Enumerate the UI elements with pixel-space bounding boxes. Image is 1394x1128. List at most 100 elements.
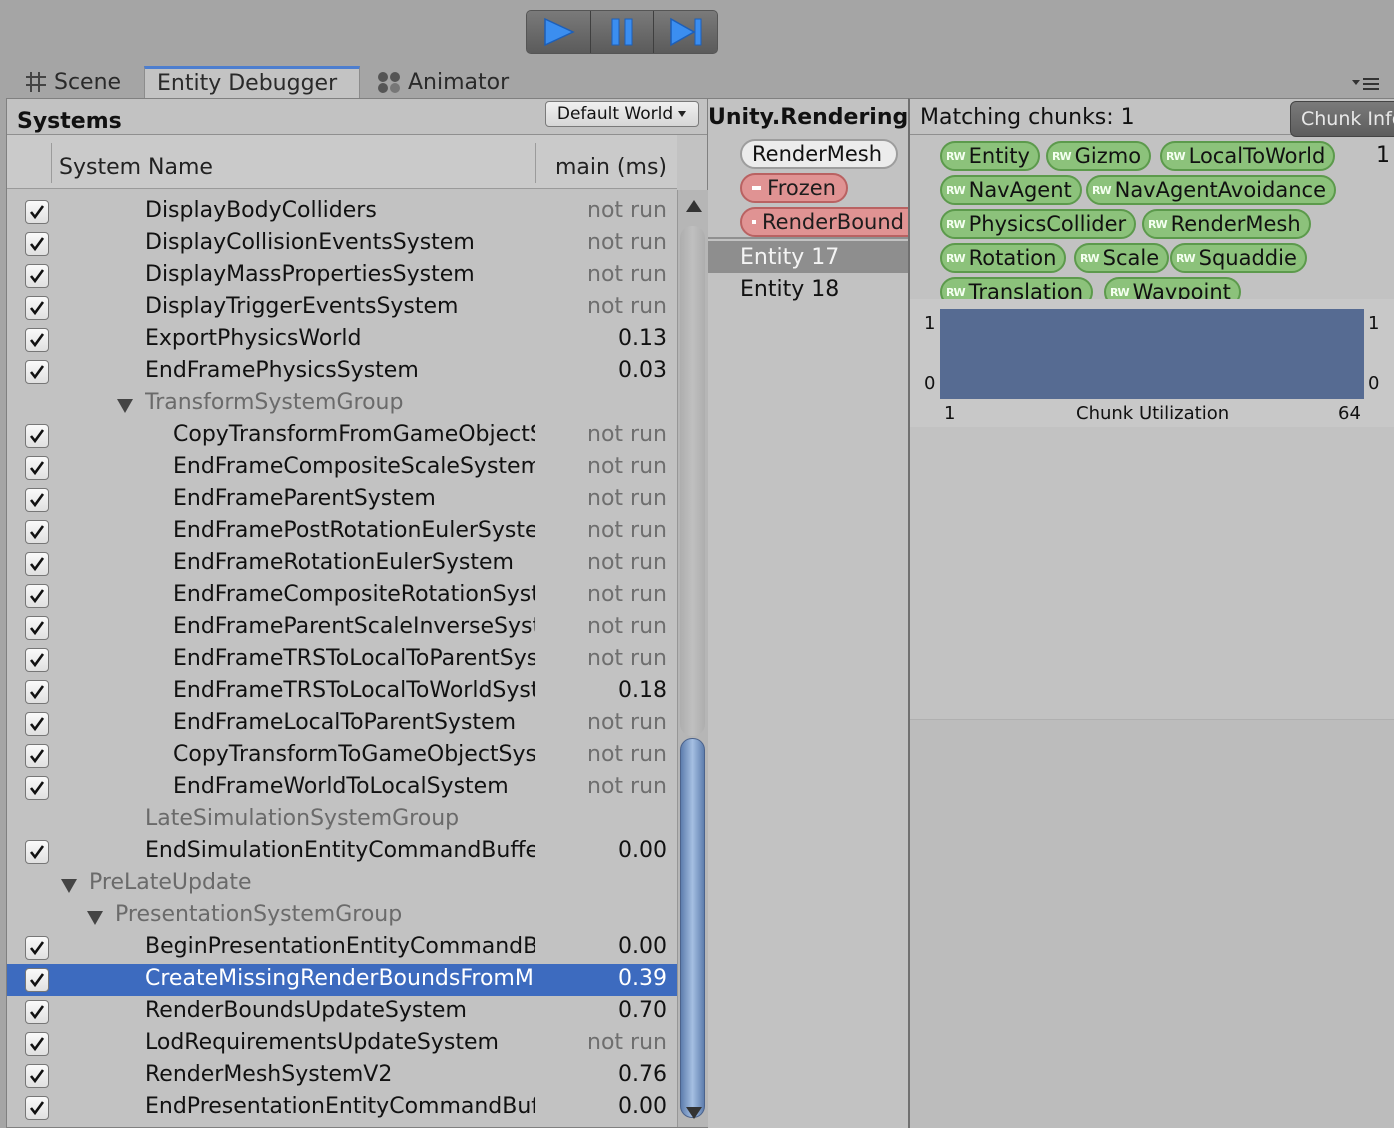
system-row[interactable]: EndSimulationEntityCommandBuffer 0.00 [7,836,677,868]
system-row[interactable]: EndFrameLocalToParentSystem not run [7,708,677,740]
system-enabled-checkbox[interactable] [25,584,49,608]
system-row[interactable]: DisplayBodyColliders not run [7,196,677,228]
component-tag[interactable]: RW Entity [940,141,1040,171]
column-main-ms[interactable]: main (ms) [555,155,667,180]
component-tag[interactable]: RW RenderMesh [1142,209,1311,239]
checkmark-icon [29,845,45,860]
step-button[interactable] [654,11,717,53]
system-name: EndFrameTRSToLocalToParentSyst [173,646,535,671]
play-button[interactable] [527,11,591,53]
system-enabled-checkbox[interactable] [25,200,49,224]
system-enabled-checkbox[interactable] [25,264,49,288]
component-tag[interactable]: RW NavAgent [940,175,1082,205]
system-row[interactable]: EndFramePostRotationEulerSysten not run [7,516,677,548]
entity-row-18[interactable]: Entity 18 [708,273,908,305]
system-row[interactable]: CopyTransformToGameObjectSys not run [7,740,677,772]
system-row[interactable]: EndFrameTRSToLocalToWorldSyst 0.18 [7,676,677,708]
system-enabled-checkbox[interactable] [25,840,49,864]
menu-icon [1352,78,1379,90]
system-row[interactable]: BeginPresentationEntityCommandBu 0.00 [7,932,677,964]
tab-entity-debugger[interactable]: Entity Debugger [144,66,360,98]
system-row[interactable]: DisplayMassPropertiesSystem not run [7,260,677,292]
system-enabled-checkbox[interactable] [25,296,49,320]
system-enabled-checkbox[interactable] [25,1000,49,1024]
filter-renderbound[interactable]: RenderBound [740,207,916,237]
entity-row-17[interactable]: Entity 17 [708,241,908,273]
system-row[interactable]: RenderBoundsUpdateSystem 0.70 [7,996,677,1028]
system-row[interactable]: RenderMeshSystemV2 0.76 [7,1060,677,1092]
scroll-track [680,226,705,736]
component-tag[interactable]: RW Squaddie [1170,243,1307,273]
system-enabled-checkbox[interactable] [25,680,49,704]
scroll-thumb[interactable] [680,738,705,1118]
system-row[interactable]: CopyTransformFromGameObjectS not run [7,420,677,452]
system-enabled-checkbox[interactable] [25,1096,49,1120]
read-write-icon: RW [946,183,966,197]
system-enabled-checkbox[interactable] [25,776,49,800]
column-system-name[interactable]: System Name [59,155,213,180]
system-name: TransformSystemGroup [145,390,404,415]
system-row[interactable]: DisplayCollisionEventsSystem not run [7,228,677,260]
system-enabled-checkbox[interactable] [25,648,49,672]
system-enabled-checkbox[interactable] [25,456,49,480]
component-tag[interactable]: RW PhysicsCollider [940,209,1137,239]
world-dropdown[interactable]: Default World [545,101,699,127]
tab-animator[interactable]: Animator [366,66,526,98]
pause-button[interactable] [590,11,655,53]
filter-frozen[interactable]: Frozen [740,173,848,203]
component-tag[interactable]: RW NavAgentAvoidance [1086,175,1336,205]
system-enabled-checkbox[interactable] [25,712,49,736]
system-enabled-checkbox[interactable] [25,936,49,960]
system-row[interactable]: EndFramePhysicsSystem 0.03 [7,356,677,388]
component-tag[interactable]: RW Scale [1074,243,1170,273]
system-enabled-checkbox[interactable] [25,520,49,544]
scroll-up-arrow-icon[interactable] [686,200,702,212]
system-name: EndSimulationEntityCommandBuffer [145,838,535,863]
system-row[interactable]: EndFrameRotationEulerSystem not run [7,548,677,580]
system-enabled-checkbox[interactable] [25,488,49,512]
systems-scrollbar[interactable] [677,190,708,1127]
system-row[interactable]: CreateMissingRenderBoundsFromMe 0.39 [7,964,677,996]
expand-arrow-icon[interactable] [87,911,103,925]
system-group-row[interactable]: TransformSystemGroup [7,388,677,420]
tab-menu-button[interactable] [1352,76,1380,96]
system-enabled-checkbox[interactable] [25,328,49,352]
chunk-utilization-bar [940,309,1364,399]
system-group-row[interactable]: PresentationSystemGroup [7,900,677,932]
system-enabled-checkbox[interactable] [25,424,49,448]
expand-arrow-icon[interactable] [117,399,133,413]
system-group-row[interactable]: PreLateUpdate [7,868,677,900]
system-enabled-checkbox[interactable] [25,744,49,768]
component-tag[interactable]: RW Rotation [940,243,1067,273]
component-tag[interactable]: RW Gizmo [1046,141,1152,171]
system-row[interactable]: ExportPhysicsWorld 0.13 [7,324,677,356]
system-enabled-checkbox[interactable] [25,1032,49,1056]
system-row[interactable]: EndFrameCompositeRotationSyste not run [7,580,677,612]
checkmark-icon [29,1037,45,1052]
system-enabled-checkbox[interactable] [25,232,49,256]
system-enabled-checkbox[interactable] [25,616,49,640]
component-tag[interactable]: RW LocalToWorld [1160,141,1336,171]
system-enabled-checkbox[interactable] [25,968,49,992]
system-row[interactable]: LodRequirementsUpdateSystem not run [7,1028,677,1060]
chevron-down-icon [678,111,687,117]
system-row[interactable]: EndFrameTRSToLocalToParentSyst not run [7,644,677,676]
system-row[interactable]: EndPresentationEntityCommandBuffe 0.00 [7,1092,677,1124]
system-row[interactable]: EndFrameParentScaleInverseSyster not run [7,612,677,644]
filter-rendermesh[interactable]: RenderMesh [740,139,898,169]
expand-arrow-icon[interactable] [61,879,77,893]
system-row[interactable]: DisplayTriggerEventsSystem not run [7,292,677,324]
component-name: NavAgentAvoidance [1114,178,1326,202]
system-enabled-checkbox[interactable] [25,1064,49,1088]
system-name: BeginPresentationEntityCommandBu [145,934,535,959]
tab-scene[interactable]: Scene [14,66,144,98]
scroll-down-arrow-icon[interactable] [686,1107,702,1119]
system-name: EndFrameTRSToLocalToWorldSyst [173,678,535,703]
system-row[interactable]: EndFrameWorldToLocalSystem not run [7,772,677,804]
system-row[interactable]: EndFrameParentSystem not run [7,484,677,516]
system-row[interactable]: EndFrameCompositeScaleSystem not run [7,452,677,484]
chunk-info-button[interactable]: Chunk Info [1290,101,1394,137]
system-enabled-checkbox[interactable] [25,360,49,384]
system-enabled-checkbox[interactable] [25,552,49,576]
system-group-row[interactable]: LateSimulationSystemGroup [7,804,677,836]
